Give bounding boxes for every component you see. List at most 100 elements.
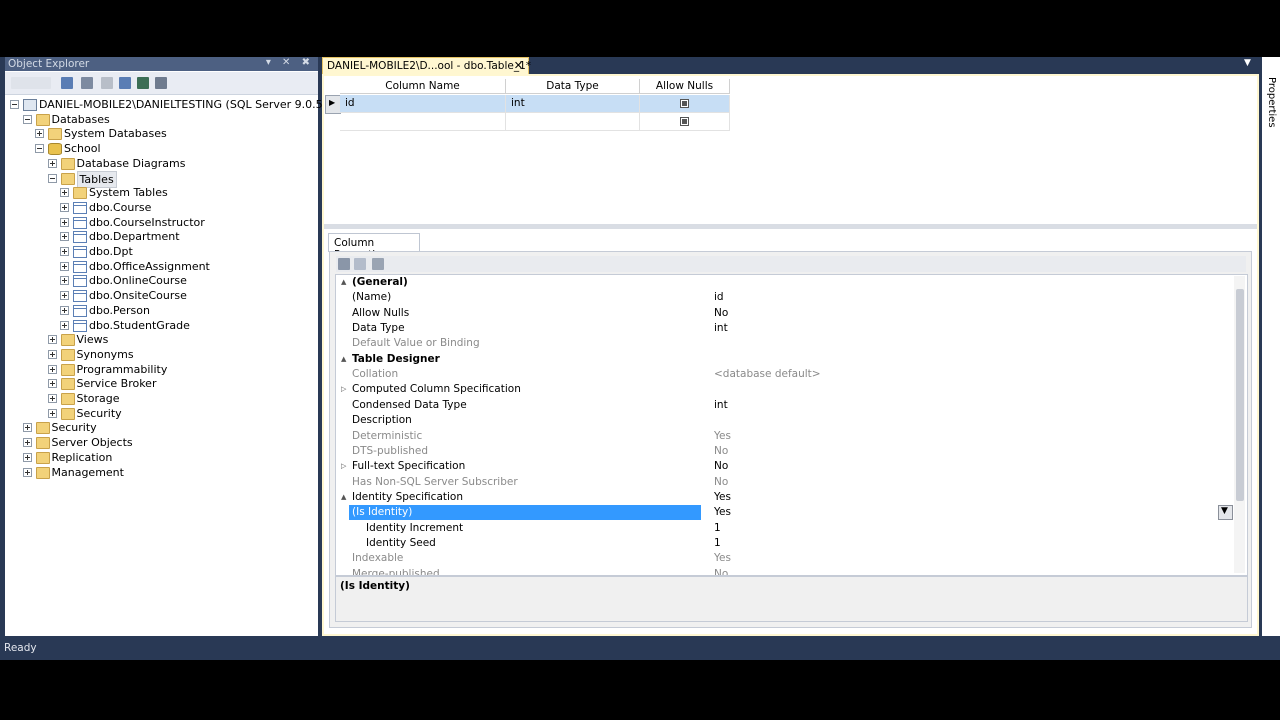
property-row[interactable]: Description xyxy=(336,413,1233,428)
close-icon[interactable]: ✕ xyxy=(514,59,523,72)
alphabetical-icon[interactable] xyxy=(354,258,366,270)
connect-icon[interactable] xyxy=(11,77,51,89)
property-value[interactable]: 1 xyxy=(714,536,721,551)
tree-node[interactable]: dbo.Course xyxy=(60,200,340,215)
tree-node[interactable]: Views xyxy=(47,332,328,347)
properties-side-tab[interactable]: Properties xyxy=(1262,57,1280,636)
property-value[interactable]: Yes xyxy=(714,505,731,520)
collapse-icon[interactable] xyxy=(22,114,32,124)
tree-node[interactable]: dbo.OnlineCourse xyxy=(60,273,340,288)
expand-icon[interactable] xyxy=(22,467,32,477)
panel-window-buttons[interactable]: ▾ ✕ ✖ xyxy=(266,57,314,68)
collapse-icon[interactable]: ▲ xyxy=(341,275,346,290)
expand-icon[interactable] xyxy=(60,276,69,286)
column-name-cell[interactable]: id xyxy=(340,95,506,113)
tree-node[interactable]: dbo.Dpt xyxy=(60,244,340,259)
property-pages-icon[interactable] xyxy=(372,258,384,270)
expand-icon[interactable] xyxy=(22,423,32,433)
expand-icon[interactable] xyxy=(60,217,69,227)
property-value[interactable]: 1 xyxy=(714,521,721,536)
tree-node[interactable]: Databases xyxy=(22,112,303,127)
collapse-icon[interactable] xyxy=(47,173,57,183)
expand-icon[interactable]: ▷ xyxy=(341,382,346,397)
data-type-cell[interactable] xyxy=(506,113,640,131)
expand-icon[interactable] xyxy=(22,438,32,448)
expand-icon[interactable] xyxy=(35,129,44,139)
property-value[interactable]: No xyxy=(714,459,728,474)
dropdown-button[interactable]: ▼ xyxy=(1218,505,1233,520)
expand-icon[interactable] xyxy=(60,261,69,271)
tree-node[interactable]: Server Objects xyxy=(22,435,303,450)
property-category[interactable]: ▲ Table Designer xyxy=(336,352,1233,367)
tree-node[interactable]: Database Diagrams xyxy=(47,156,328,171)
collapse-icon[interactable] xyxy=(10,100,19,109)
property-row[interactable]: Indexable Yes xyxy=(336,551,1233,566)
property-row[interactable]: ▷ Computed Column Specification xyxy=(336,382,1233,397)
property-row[interactable]: (Name) id xyxy=(336,290,1233,305)
tree-node[interactable]: Security xyxy=(22,420,303,435)
filter-icon[interactable] xyxy=(119,77,131,89)
expand-icon[interactable] xyxy=(60,291,69,301)
expand-icon[interactable] xyxy=(47,158,57,168)
expand-icon[interactable] xyxy=(47,394,57,403)
property-value[interactable]: id xyxy=(714,290,724,305)
panel-splitter[interactable] xyxy=(324,224,1257,229)
collapse-icon[interactable]: ▲ xyxy=(341,352,346,367)
property-row[interactable]: Identity Seed 1 xyxy=(336,536,1233,551)
expand-icon[interactable] xyxy=(60,320,69,330)
property-row[interactable]: Identity Increment 1 xyxy=(336,521,1233,536)
expand-icon[interactable] xyxy=(47,349,57,359)
expand-icon[interactable] xyxy=(47,335,57,345)
tree-node[interactable]: Synonyms xyxy=(47,347,328,362)
expand-icon[interactable]: ▷ xyxy=(341,459,346,474)
property-row[interactable]: DTS-published No xyxy=(336,444,1233,459)
property-row[interactable]: ▷ Full-text Specification No xyxy=(336,459,1233,474)
property-value[interactable]: No xyxy=(714,306,728,321)
expand-icon[interactable] xyxy=(60,247,69,256)
allow-nulls-cell[interactable] xyxy=(640,95,730,113)
tree-node[interactable]: Programmability xyxy=(47,362,328,377)
scrollbar-thumb[interactable] xyxy=(1236,289,1244,501)
column-header-name[interactable]: Column Name xyxy=(340,79,506,94)
tree-node[interactable]: DANIEL-MOBILE2\DANIELTESTING (SQL Server… xyxy=(10,97,371,112)
column-name-cell[interactable] xyxy=(340,113,506,131)
property-value[interactable]: int xyxy=(714,321,728,336)
property-row[interactable]: Condensed Data Type int xyxy=(336,398,1233,413)
tree-node[interactable]: Replication xyxy=(22,450,303,465)
stop-icon[interactable] xyxy=(101,77,113,89)
property-row[interactable]: Collation <database default> xyxy=(336,367,1233,382)
tree-node[interactable]: Service Broker xyxy=(47,376,328,391)
property-value[interactable]: int xyxy=(714,398,728,413)
expand-icon[interactable] xyxy=(47,408,57,418)
expand-icon[interactable] xyxy=(60,202,69,212)
expand-icon[interactable] xyxy=(60,232,69,242)
property-row[interactable]: (Is Identity) Yes xyxy=(336,505,1233,521)
tab-column-properties[interactable]: Column Properties xyxy=(328,233,420,261)
property-row[interactable]: Default Value or Binding xyxy=(336,336,1233,351)
tree-node[interactable]: System Databases xyxy=(35,126,315,141)
register-server-icon[interactable] xyxy=(61,77,73,89)
tree-node[interactable]: Storage xyxy=(47,391,328,406)
collapse-icon[interactable] xyxy=(35,144,44,154)
allow-nulls-cell[interactable] xyxy=(640,113,730,131)
tree-node[interactable]: dbo.Person xyxy=(60,303,340,318)
tree-node[interactable]: dbo.Department xyxy=(60,229,340,244)
allow-nulls-checkbox[interactable] xyxy=(680,99,689,108)
expand-icon[interactable] xyxy=(22,452,32,462)
data-type-cell[interactable]: int xyxy=(506,95,640,113)
property-row[interactable]: Merge-published No xyxy=(336,567,1233,575)
row-selector[interactable]: ▶ xyxy=(325,95,341,114)
tree-node[interactable]: Management xyxy=(22,465,303,480)
chevron-down-icon[interactable]: ▼ xyxy=(1244,58,1251,68)
categorized-icon[interactable] xyxy=(338,258,350,270)
tree-node[interactable]: dbo.OnsiteCourse xyxy=(60,288,340,303)
tree-node[interactable]: dbo.OfficeAssignment xyxy=(60,259,340,274)
tab-table-designer[interactable]: DANIEL-MOBILE2\D...ool - dbo.Table_1* ✕ xyxy=(322,57,531,75)
refresh-icon[interactable] xyxy=(137,77,149,89)
expand-icon[interactable] xyxy=(60,305,69,315)
property-row[interactable]: Has Non-SQL Server Subscriber No xyxy=(336,475,1233,490)
property-value[interactable]: Yes xyxy=(714,490,731,505)
expand-icon[interactable] xyxy=(47,364,57,374)
tree-node[interactable]: Security xyxy=(47,406,328,421)
disconnect-icon[interactable] xyxy=(81,77,93,89)
